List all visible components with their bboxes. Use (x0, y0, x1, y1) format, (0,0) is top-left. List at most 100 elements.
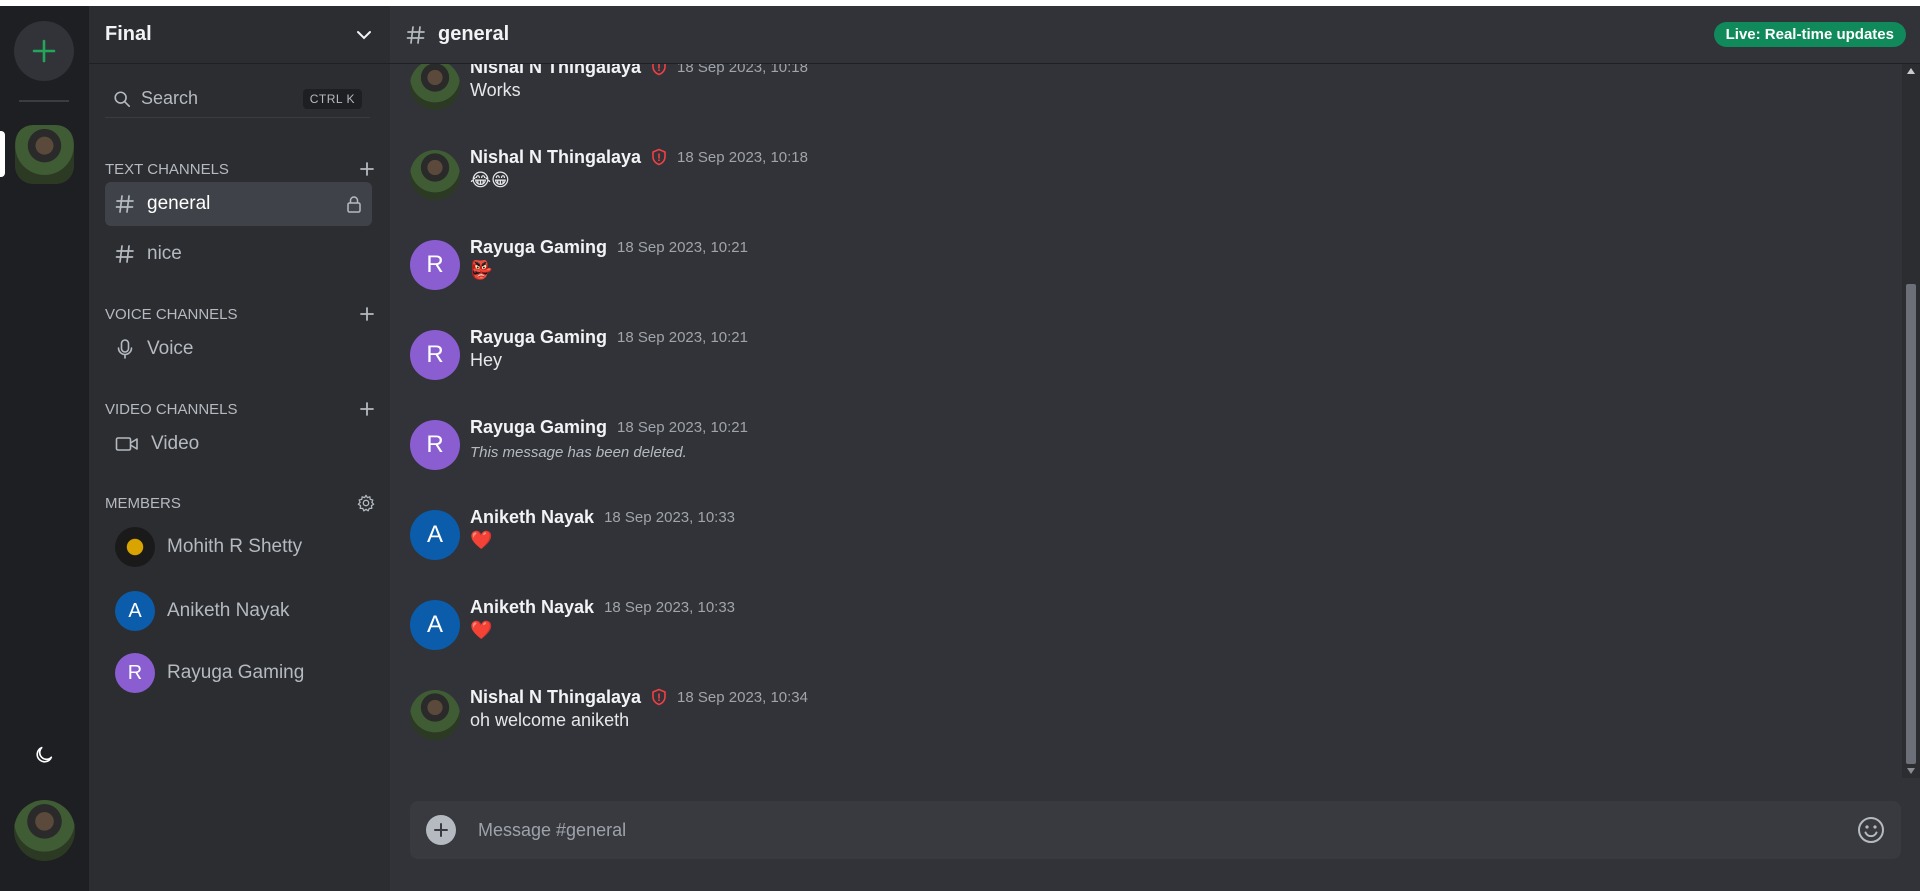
message-content: Works (470, 80, 521, 100)
message-author[interactable]: Nishal N Thingalaya (470, 64, 641, 78)
scrollbar-thumb[interactable] (1906, 284, 1916, 764)
message-author[interactable]: Rayuga Gaming (470, 417, 607, 438)
message-timestamp: 18 Sep 2023, 10:33 (604, 598, 736, 616)
member-avatar: A (115, 591, 155, 631)
hash-icon (115, 245, 134, 263)
channel-name: nice (147, 243, 182, 264)
scroll-up-arrow[interactable] (1907, 68, 1915, 74)
message-header: Nishal N Thingalaya 18 Sep 2023, 10:18 (470, 64, 808, 80)
message-header: Nishal N Thingalaya 18 Sep 2023, 10:18 (470, 144, 808, 170)
section-title: MEMBERS (105, 494, 181, 512)
message-list: Nishal N Thingalaya 18 Sep 2023, 10:18 Wor… (390, 64, 1920, 784)
live-status-badge: Live: Real-time updates (1713, 22, 1906, 47)
members-header: MEMBERS (105, 492, 375, 514)
message-header: Aniketh Nayak 18 Sep 2023, 10:33 (470, 504, 735, 530)
moon-icon (36, 746, 53, 763)
search-button[interactable]: Search CTRL K (105, 80, 370, 118)
voice-channels-header: VOICE CHANNELS (105, 303, 375, 325)
message-timestamp: 18 Sep 2023, 10:21 (617, 238, 748, 256)
message-content: ❤️ (470, 620, 493, 641)
member-avatar: R (115, 653, 155, 693)
gear-icon[interactable] (357, 494, 375, 512)
section-title: VIDEO CHANNELS (105, 400, 238, 418)
admin-shield-icon (651, 688, 667, 706)
message-avatar[interactable]: R (410, 420, 460, 470)
scroll-down-arrow[interactable] (1907, 768, 1915, 774)
video-icon (115, 437, 138, 451)
message-item[interactable]: R Rayuga Gaming 18 Sep 2023, 10:21 This mes… (410, 414, 1610, 474)
message-timestamp: 18 Sep 2023, 10:33 (604, 508, 736, 526)
chat-header: general Live: Real-time updates (390, 6, 1920, 64)
message-item[interactable]: A Aniketh Nayak 18 Sep 2023, 10:33 ❤️ (410, 594, 1610, 654)
message-avatar[interactable]: R (410, 330, 460, 380)
chevron-down-icon (357, 30, 371, 39)
member-name: Rayuga Gaming (167, 662, 305, 683)
lock-icon (347, 196, 361, 213)
message-timestamp: 18 Sep 2023, 10:18 (677, 64, 808, 76)
add-video-channel-icon[interactable] (359, 401, 375, 417)
message-content: 👺 (470, 260, 493, 281)
search-icon (114, 90, 131, 107)
channel-name: Voice (147, 338, 194, 359)
server-header[interactable]: Final (89, 6, 390, 64)
message-composer[interactable]: Message #general (410, 801, 1901, 859)
video-channels-header: VIDEO CHANNELS (105, 398, 375, 420)
admin-shield-icon (651, 64, 667, 76)
message-author[interactable]: Nishal N Thingalaya (470, 147, 641, 168)
plus-icon (434, 823, 448, 837)
message-avatar[interactable] (410, 64, 460, 110)
message-author[interactable]: Rayuga Gaming (470, 237, 607, 258)
text-channels-header: TEXT CHANNELS (105, 158, 375, 180)
scrollbar[interactable] (1902, 64, 1920, 778)
add-voice-channel-icon[interactable] (359, 306, 375, 322)
message-item[interactable]: A Aniketh Nayak 18 Sep 2023, 10:33 ❤️ (410, 504, 1610, 564)
channel-name: Video (151, 433, 200, 454)
emoji-picker-icon[interactable] (1857, 816, 1885, 844)
rail-divider (19, 100, 69, 102)
member-name: Mohith R Shetty (167, 536, 303, 557)
message-avatar[interactable]: R (410, 240, 460, 290)
server-avatar[interactable] (15, 125, 74, 184)
message-item[interactable]: R Rayuga Gaming 18 Sep 2023, 10:21 Hey (410, 324, 1610, 384)
message-timestamp: 18 Sep 2023, 10:34 (677, 688, 808, 706)
channel-item-voice[interactable]: Voice (105, 327, 372, 371)
message-header: Rayuga Gaming 18 Sep 2023, 10:21 (470, 234, 748, 260)
channel-item-general[interactable]: general (105, 182, 372, 226)
app-window: Final Search CTRL K TEXT CHANNELS genera… (0, 6, 1920, 891)
member-item[interactable]: A Aniketh Nayak (115, 589, 375, 633)
message-author[interactable]: Rayuga Gaming (470, 327, 607, 348)
message-header: Nishal N Thingalaya 18 Sep 2023, 10:34 (470, 684, 808, 710)
message-timestamp: 18 Sep 2023, 10:21 (617, 418, 748, 436)
channel-item-nice[interactable]: nice (105, 232, 372, 276)
message-avatar[interactable]: A (410, 510, 460, 560)
message-item[interactable]: Nishal N Thingalaya 18 Sep 2023, 10:34 oh … (410, 684, 1610, 744)
message-header: Rayuga Gaming 18 Sep 2023, 10:21 (470, 324, 748, 350)
search-shortcut: CTRL K (302, 88, 362, 109)
member-item[interactable]: R Rayuga Gaming (115, 651, 375, 695)
add-server-button[interactable] (14, 21, 74, 81)
message-avatar[interactable] (410, 690, 460, 740)
channel-title: general (438, 23, 510, 45)
add-text-channel-icon[interactable] (359, 161, 375, 177)
message-item[interactable]: Nishal N Thingalaya 18 Sep 2023, 10:18 😂😁 (410, 144, 1610, 204)
theme-toggle-button[interactable] (32, 743, 56, 767)
plus-icon (32, 39, 56, 63)
message-author[interactable]: Aniketh Nayak (470, 507, 594, 528)
message-author[interactable]: Nishal N Thingalaya (470, 687, 641, 708)
member-item[interactable]: Mohith R Shetty (115, 525, 375, 569)
member-avatar (115, 527, 155, 567)
mic-icon (117, 339, 133, 359)
search-label: Search (141, 88, 199, 108)
channel-item-video[interactable]: Video (105, 422, 372, 466)
section-title: TEXT CHANNELS (105, 160, 229, 178)
message-input[interactable]: Message #general (478, 820, 1857, 841)
message-header: Aniketh Nayak 18 Sep 2023, 10:33 (470, 594, 735, 620)
message-item[interactable]: Nishal N Thingalaya 18 Sep 2023, 10:18 Wor… (410, 64, 1610, 114)
attach-button[interactable] (426, 815, 456, 845)
user-avatar[interactable] (14, 800, 75, 861)
member-name: Aniketh Nayak (167, 600, 290, 621)
message-avatar[interactable]: A (410, 600, 460, 650)
message-avatar[interactable] (410, 150, 460, 200)
message-author[interactable]: Aniketh Nayak (470, 597, 594, 618)
message-item[interactable]: R Rayuga Gaming 18 Sep 2023, 10:21 👺 (410, 234, 1610, 294)
